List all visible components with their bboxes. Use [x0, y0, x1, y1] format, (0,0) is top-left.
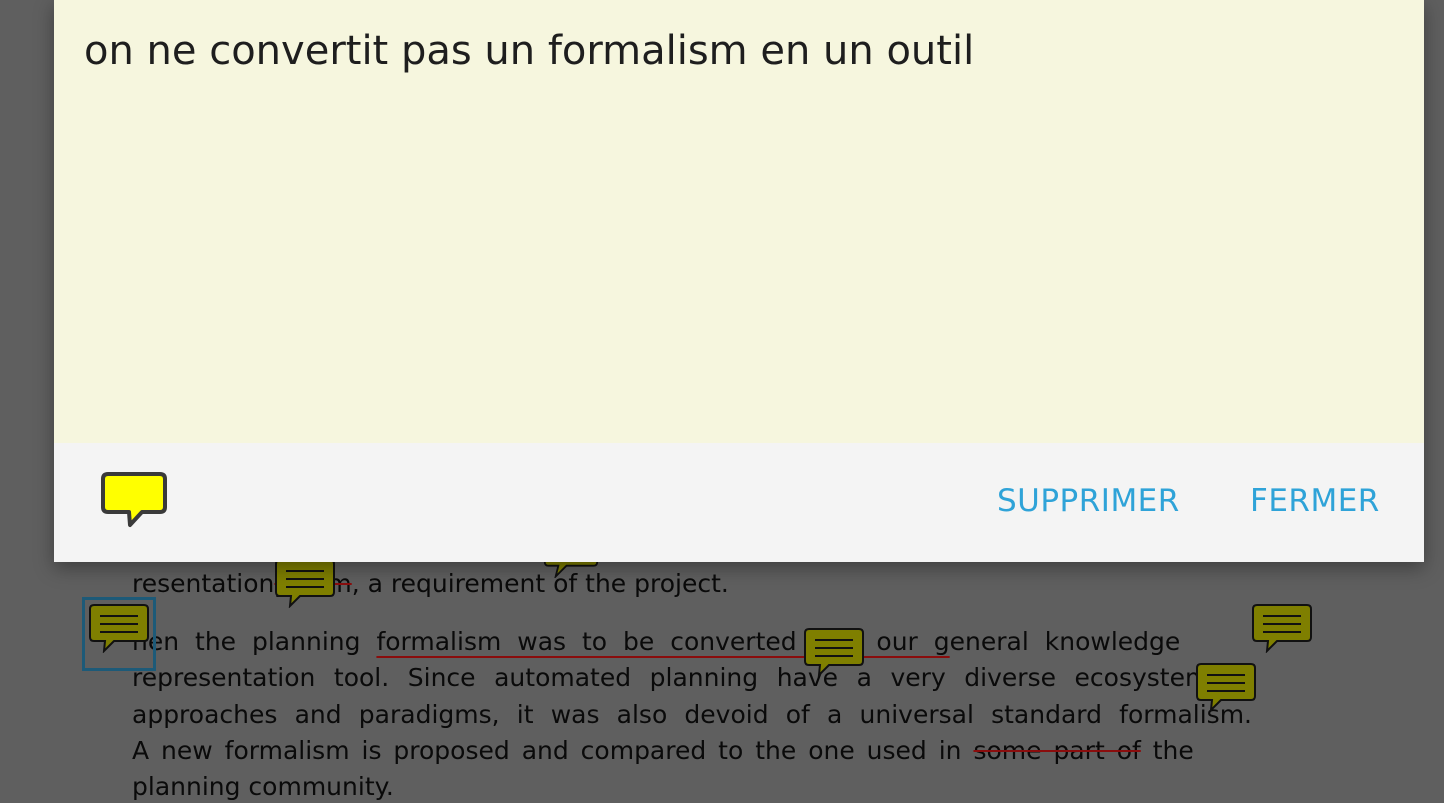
doc-line-1: hen the planning formalism was to be con… [132, 626, 1252, 658]
note-dialog: on ne convertit pas un formalism en un o… [54, 0, 1424, 562]
note-annotation-icon[interactable] [803, 627, 865, 677]
doc-text: the [1140, 736, 1194, 765]
note-text[interactable]: on ne convertit pas un formalism en un o… [84, 24, 1394, 78]
note-color-icon[interactable] [100, 471, 168, 531]
doc-line-3: approaches and paradigms, it was also de… [132, 700, 1252, 729]
close-button[interactable]: FERMER [1250, 483, 1380, 519]
doc-text: eneral knowledge [949, 627, 1181, 656]
note-annotation-icon[interactable] [1195, 662, 1257, 712]
doc-line-4: A new formalism is proposed and compared… [132, 735, 1252, 767]
delete-button[interactable]: SUPPRIMER [997, 483, 1180, 519]
note-annotation-icon[interactable] [1251, 603, 1313, 653]
doc-line-2: representation tool. Since automated pla… [132, 663, 1252, 692]
doc-text: resentation [132, 569, 275, 598]
dialog-footer: SUPPRIMER FERMER [54, 443, 1424, 562]
doc-line-5: planning community. [132, 772, 394, 801]
note-annotation-icon-selected[interactable] [88, 603, 150, 653]
doc-text: A new formalism is proposed and compared… [132, 736, 974, 765]
doc-text: , a requirement of the project. [351, 569, 729, 598]
strikethrough-annotation[interactable]: some part of [973, 736, 1140, 765]
note-annotation-icon[interactable] [274, 558, 336, 608]
doc-text: hen the planning [132, 627, 377, 656]
note-content-area[interactable]: on ne convertit pas un formalism en un o… [54, 0, 1424, 443]
